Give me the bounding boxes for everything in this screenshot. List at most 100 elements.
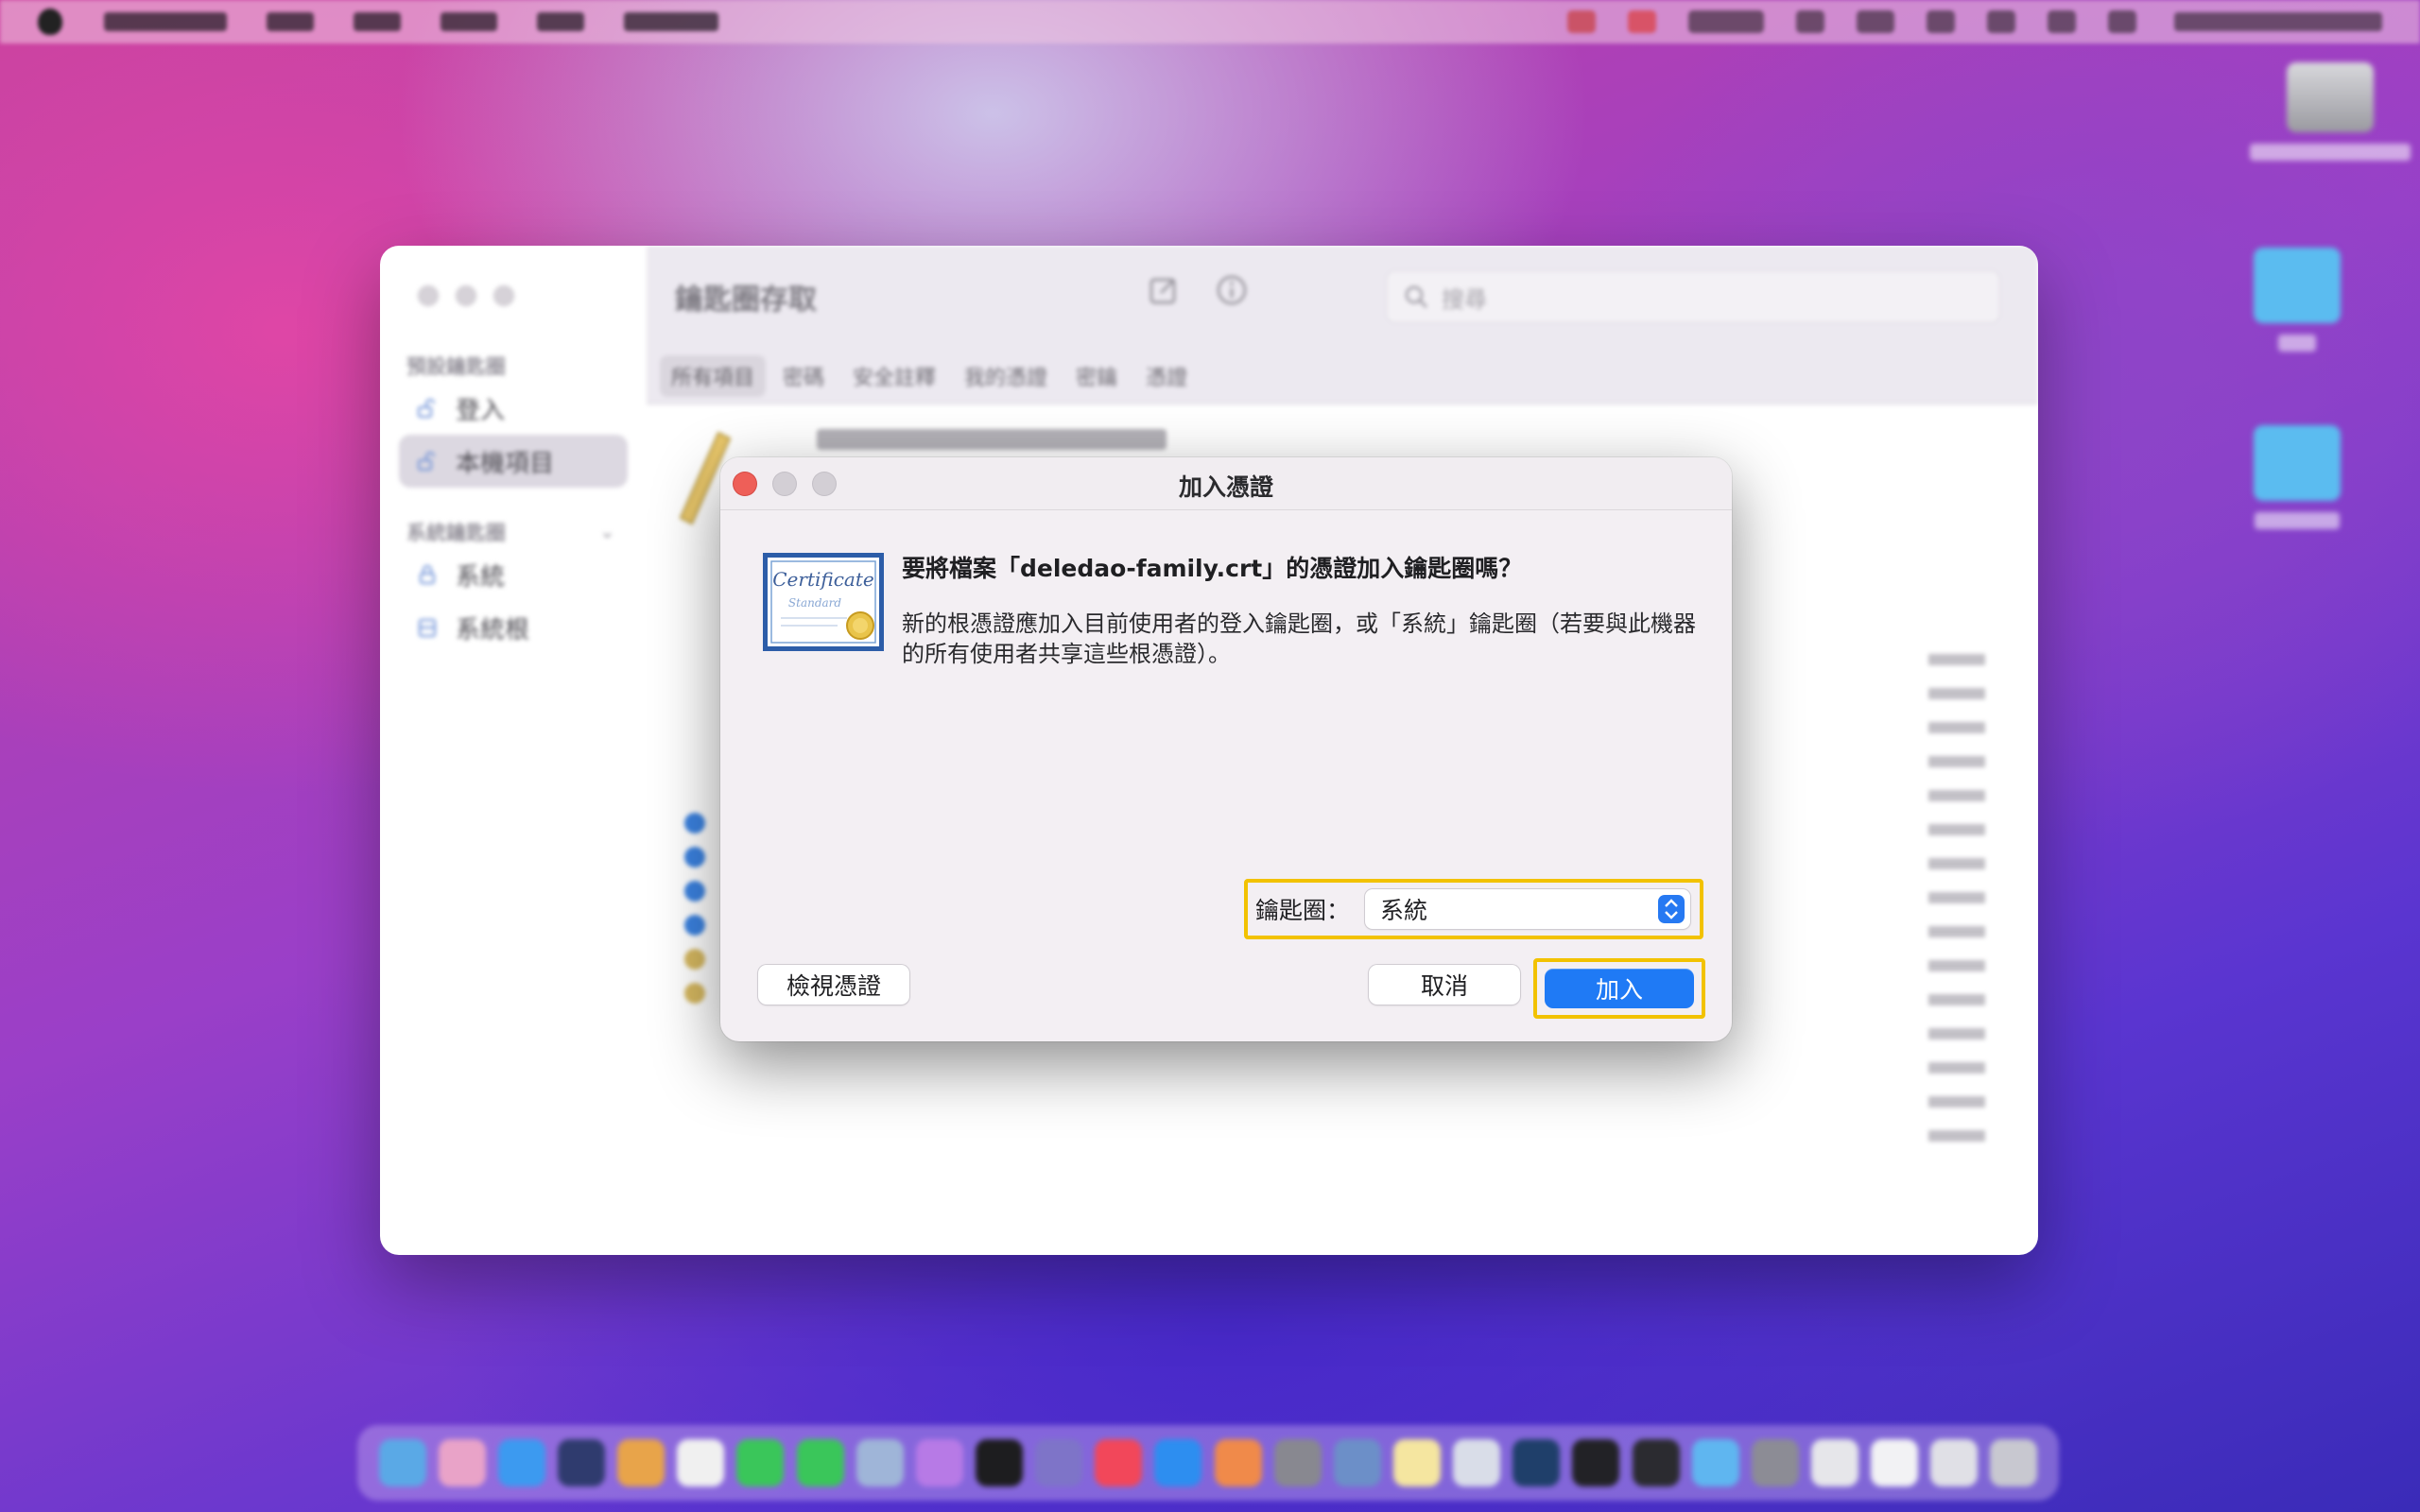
certificate-icon-text-top: Certificate — [772, 568, 873, 591]
app-icon[interactable] — [1632, 1439, 1680, 1486]
volume-icon[interactable] — [1796, 10, 1824, 33]
desktop-label — [2278, 335, 2316, 352]
close-button[interactable] — [418, 285, 439, 306]
sidebar-item-label: 系統 — [456, 562, 506, 592]
add-button[interactable]: 加入 — [1545, 969, 1694, 1008]
app-icon[interactable] — [1930, 1439, 1979, 1486]
siri-icon[interactable] — [2108, 10, 2136, 33]
input-method-icon[interactable] — [1688, 10, 1764, 33]
menu-item-app[interactable] — [104, 12, 227, 31]
tv-icon[interactable] — [975, 1439, 1023, 1486]
keychain-select-highlight: 鑰匙圈： 系統 — [1244, 879, 1703, 939]
menu-item-edit[interactable] — [354, 12, 401, 31]
cancel-button[interactable]: 取消 — [1369, 965, 1520, 1005]
calendar-icon[interactable] — [677, 1439, 725, 1486]
certificate-icon-text-bottom: Standard — [788, 596, 841, 610]
spotlight-icon[interactable] — [1987, 10, 2015, 33]
folder-icon — [2254, 248, 2341, 323]
status-icon[interactable] — [1567, 10, 1596, 33]
item-name-blurred — [817, 429, 1167, 450]
window-controls — [418, 285, 514, 306]
trash-icon[interactable] — [1990, 1439, 2038, 1486]
sidebar-item-system[interactable]: 系統 — [399, 548, 628, 601]
unlocked-icon — [418, 452, 435, 471]
app-icon[interactable] — [1453, 1439, 1501, 1486]
sidebar-item-local[interactable]: 本機項目 — [399, 435, 628, 488]
wifi-icon[interactable] — [1927, 10, 1955, 33]
chrome-icon[interactable] — [617, 1439, 666, 1486]
app-icon[interactable] — [1214, 1439, 1262, 1486]
dialog-message-body: 新的根憑證應加入目前使用者的登入鑰匙圈，或「系統」鑰匙圈（若要與此機器的所有使用… — [902, 610, 1696, 667]
notes-icon[interactable] — [1392, 1439, 1441, 1486]
zoom-button[interactable] — [493, 285, 514, 306]
tab-keys[interactable]: 密鑰 — [1064, 355, 1129, 397]
apple-menu-icon[interactable] — [38, 9, 62, 35]
info-icon[interactable] — [1216, 274, 1248, 306]
app-icon[interactable] — [1751, 1439, 1799, 1486]
tab-all-items[interactable]: 所有項目 — [660, 355, 767, 397]
sidebar-section-default: 預設鑰匙圈 — [406, 355, 506, 378]
battery-icon[interactable] — [1857, 10, 1894, 33]
app-store-icon[interactable] — [1154, 1439, 1202, 1486]
dialog-titlebar: 加入憑證 — [720, 457, 1732, 510]
sidebar-item-system-roots[interactable]: 系統根 — [399, 601, 628, 654]
safari-icon[interactable] — [497, 1439, 545, 1486]
sidebar-item-label: 系統根 — [456, 615, 530, 644]
menu-bar — [0, 0, 2420, 43]
menu-item-view[interactable] — [441, 12, 497, 31]
keychain-label: 鑰匙圈： — [1255, 897, 1351, 924]
lock-icon — [420, 565, 435, 584]
system-preferences-icon[interactable] — [1273, 1439, 1322, 1486]
menu-item-window[interactable] — [537, 12, 584, 31]
menu-item-help[interactable] — [624, 12, 718, 31]
tab-passwords[interactable]: 密碼 — [771, 355, 836, 397]
sidebar-item-login[interactable]: 登入 — [399, 382, 628, 435]
folder-icon — [2254, 425, 2341, 501]
menu-item-file[interactable] — [267, 12, 314, 31]
list-column-blurred — [1928, 631, 1985, 1160]
app-icon[interactable] — [1871, 1439, 1919, 1486]
certificate-icon: Certificate Standard — [762, 552, 885, 652]
app-icon[interactable] — [1810, 1439, 1858, 1486]
unlocked-icon — [418, 399, 435, 418]
finder-icon[interactable] — [378, 1439, 426, 1486]
status-icon[interactable] — [1628, 10, 1656, 33]
app-icon[interactable] — [856, 1439, 904, 1486]
chevron-down-icon[interactable]: ⌄ — [599, 520, 618, 542]
add-certificate-dialog: 加入憑證 Certificate Standard 要將檔案「deledao-f… — [720, 457, 1732, 1041]
sidebar-item-label: 本機項目 — [456, 449, 555, 478]
music-icon[interactable] — [1095, 1439, 1143, 1486]
facetime-icon[interactable] — [796, 1439, 844, 1486]
tab-certificates[interactable]: 憑證 — [1134, 355, 1199, 397]
new-item-icon[interactable] — [1148, 274, 1180, 306]
category-tabs: 所有項目 密碼 安全註釋 我的憑證 密鑰 憑證 — [660, 355, 1199, 397]
desktop-disk[interactable] — [2250, 62, 2411, 161]
minimize-button[interactable] — [456, 285, 476, 306]
terminal-icon[interactable] — [1572, 1439, 1620, 1486]
desktop-folder[interactable] — [2254, 248, 2341, 352]
tab-my-certificates[interactable]: 我的憑證 — [953, 355, 1059, 397]
add-button-highlight: 加入 — [1533, 958, 1705, 1019]
keychain-popup-button[interactable]: 系統 — [1365, 889, 1691, 929]
app-icon[interactable] — [1512, 1439, 1561, 1486]
control-center-icon[interactable] — [2048, 10, 2076, 33]
search-field[interactable]: 搜尋 — [1386, 270, 2000, 323]
messages-icon[interactable] — [736, 1439, 785, 1486]
desktop-label — [2250, 144, 2411, 161]
folder-icon[interactable] — [1691, 1439, 1739, 1486]
view-certificate-button[interactable]: 檢視憑證 — [758, 965, 909, 1005]
tab-secure-notes[interactable]: 安全註釋 — [841, 355, 947, 397]
search-icon — [1405, 285, 1427, 308]
dock — [357, 1425, 2059, 1501]
window-title: 鑰匙圈存取 — [675, 284, 817, 317]
app-icon[interactable] — [1333, 1439, 1381, 1486]
dialog-title: 加入憑證 — [1178, 473, 1273, 501]
podcasts-icon[interactable] — [915, 1439, 963, 1486]
launchpad-icon[interactable] — [438, 1439, 486, 1486]
cabinet-icon — [419, 619, 436, 637]
app-icon[interactable] — [1035, 1439, 1083, 1486]
app-icon[interactable] — [557, 1439, 605, 1486]
menu-clock[interactable] — [2174, 12, 2382, 31]
desktop-folder[interactable] — [2254, 425, 2341, 529]
dialog-message-title: 要將檔案「deledao-family.crt」的憑證加入鑰匙圈嗎？ — [902, 555, 1523, 582]
